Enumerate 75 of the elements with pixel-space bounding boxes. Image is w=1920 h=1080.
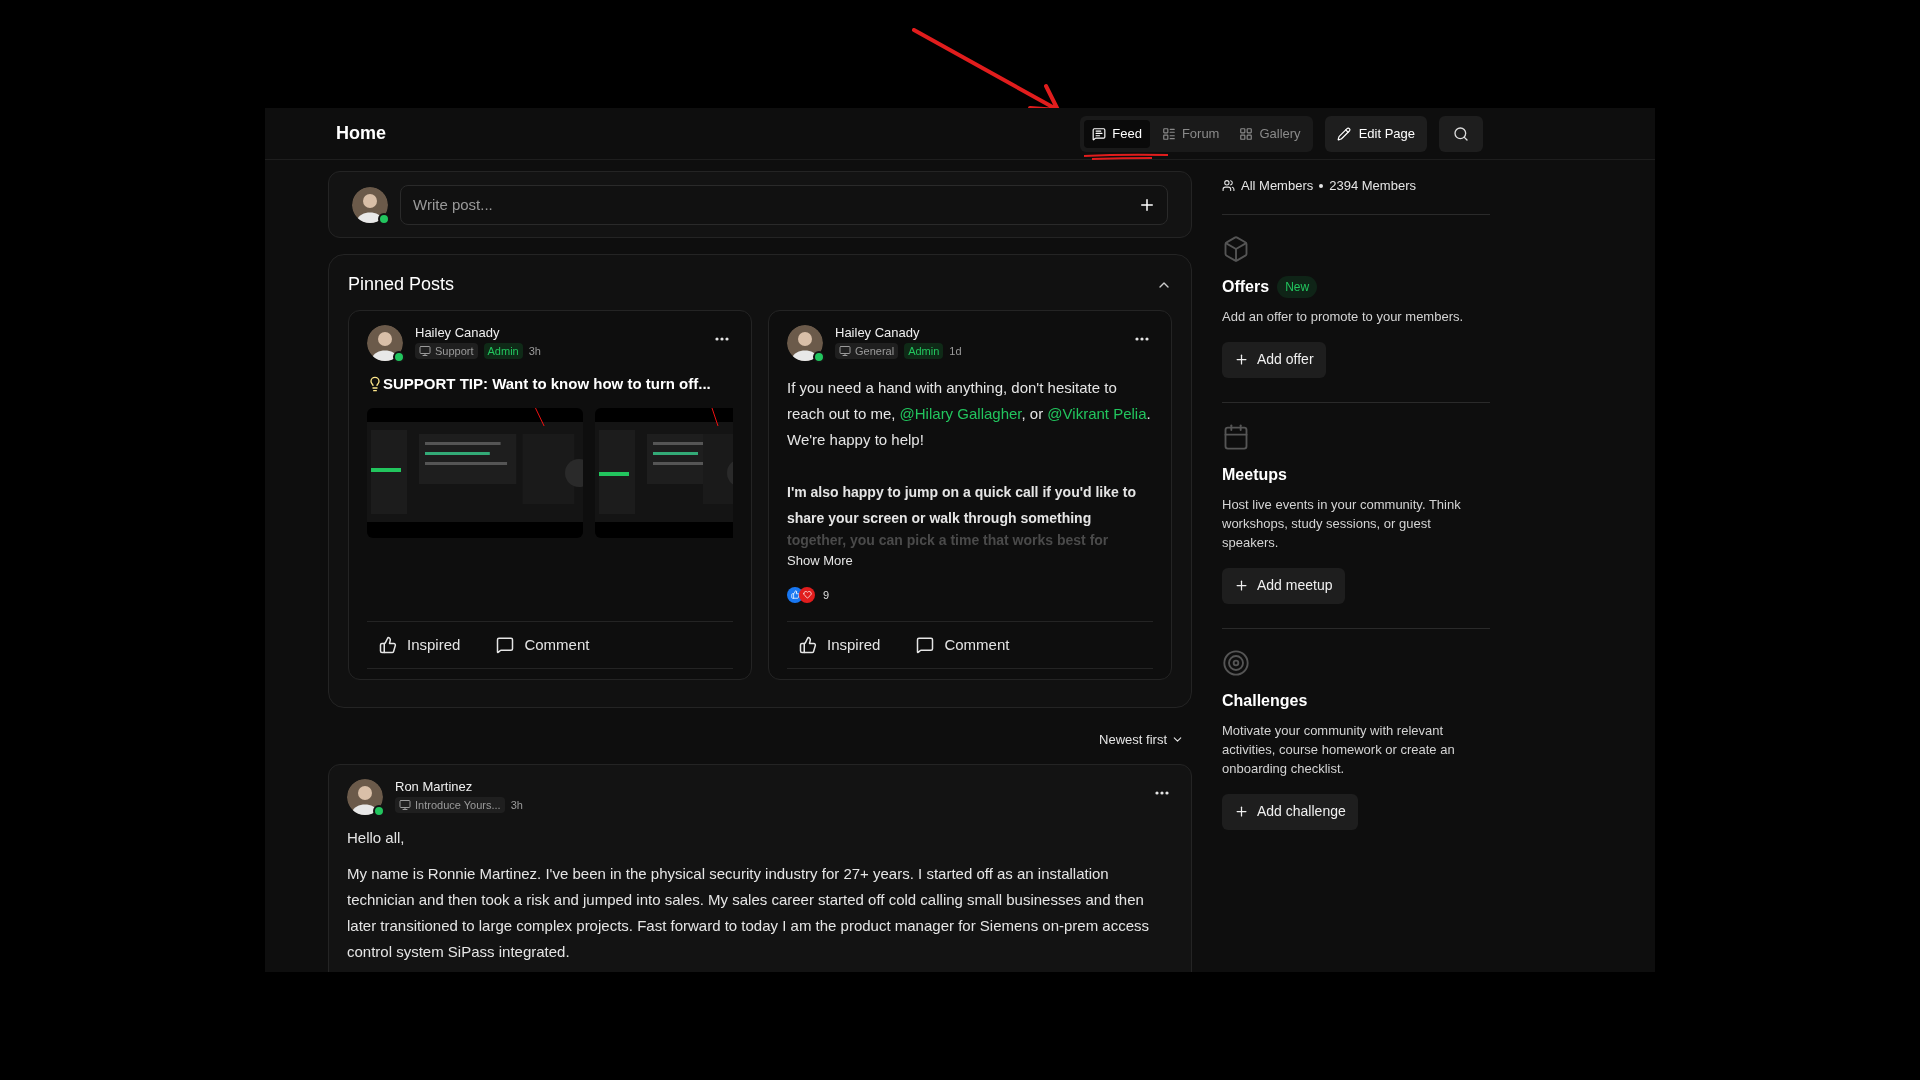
reaction-count: 9 — [823, 587, 830, 603]
members-icon — [1222, 179, 1235, 193]
post-text: Hello all, — [347, 827, 406, 848]
author-name: Hailey Canady — [835, 325, 921, 341]
pinned-posts-title: Pinned Posts — [348, 273, 455, 296]
search-icon — [1453, 125, 1469, 142]
target-icon — [1222, 648, 1250, 677]
view-tab[interactable]: Gallery — [1231, 119, 1309, 148]
new-badge: New — [1277, 275, 1318, 298]
thumbs-up-icon — [379, 636, 397, 654]
comment-button[interactable]: Comment — [496, 633, 590, 657]
list-icon — [1161, 126, 1176, 141]
avatar — [352, 186, 388, 223]
avatar — [787, 325, 823, 361]
post-time: 3h — [510, 797, 523, 813]
member-count: 2394 Members — [1329, 177, 1416, 195]
space-tag[interactable]: General — [835, 343, 899, 360]
show-more-link[interactable]: Show More — [787, 551, 1153, 571]
speech-bubble-icon — [496, 636, 515, 654]
grid-icon — [1239, 126, 1254, 141]
plus-icon — [1234, 804, 1249, 819]
role-badge: Admin — [904, 343, 944, 360]
section-description: Add an offer to promote to your members. — [1222, 307, 1465, 326]
inspired-button[interactable]: Inspired — [799, 633, 881, 657]
edit-page-button[interactable]: Edit Page — [1324, 115, 1427, 152]
add-button[interactable]: Add challenge — [1222, 793, 1358, 830]
inspired-button[interactable]: Inspired — [379, 633, 461, 657]
ellipsis-icon — [1135, 337, 1149, 341]
author-name: Ron Martinez — [395, 778, 474, 795]
section-description: Host live events in your community. Think workshops, study sessions, or guest speakers. — [1222, 495, 1462, 552]
message-icon — [1092, 126, 1107, 141]
post-text: My name is Ronnie Martinez. I've been in the physical security industry for 27+ years. I started off as an installation technician and then took a risk and jumped into sales. My sales career started off cold calling small businesses and then later transitioned to large complex projects. Fast forward to today I am the product manager for Siemens on-prem access control system SiPass integrated. — [347, 863, 1151, 962]
all-members-link[interactable]: All Members — [1241, 176, 1314, 196]
write-post-field[interactable]: Write post... — [400, 184, 1168, 225]
monitor-icon — [839, 345, 851, 358]
ellipsis-icon — [1155, 790, 1169, 795]
add-button[interactable]: Add meetup — [1222, 567, 1345, 604]
lightbulb-icon — [367, 376, 383, 393]
add-button[interactable]: Add offer — [1222, 341, 1326, 378]
author-name: Hailey Canady — [415, 325, 501, 341]
pencil-icon — [1336, 126, 1351, 141]
monitor-icon — [419, 345, 431, 358]
space-tag[interactable]: Support — [415, 343, 478, 360]
plus-icon — [1234, 578, 1249, 593]
post-text: I'm also happy to jump on a quick call if you'd like to share your screen or walk through something — [787, 483, 1137, 528]
search-button[interactable] — [1439, 115, 1483, 152]
plus-icon — [1234, 352, 1249, 367]
ellipsis-icon — [715, 337, 729, 341]
like-reaction-icon — [787, 586, 803, 603]
mention-link[interactable]: @Hilary Gallagher — [899, 405, 1022, 422]
view-tab[interactable]: Forum — [1153, 119, 1228, 148]
page-title: Home — [336, 122, 387, 145]
role-badge: Admin — [483, 343, 523, 360]
post-title: SUPPORT TIP: Want to know how to turn off... — [383, 374, 711, 394]
sort-dropdown[interactable]: Newest first — [1099, 730, 1184, 750]
calendar-icon — [1222, 422, 1250, 451]
thumbs-up-icon — [799, 636, 817, 654]
post-time: 3h — [528, 344, 541, 359]
post-text: If you need a hand with anything, don't hesitate to reach out to me, @Hilary Gallagher, or @Vikrant Pelia. We're happy to help! — [787, 378, 1152, 450]
section-title: Challenges — [1222, 690, 1308, 711]
speech-bubble-icon — [916, 636, 935, 654]
space-tag[interactable]: Introduce Yours... — [395, 796, 505, 813]
faded-post-text: together, you can pick a time that works best for — [787, 531, 1110, 549]
box-icon — [1222, 234, 1250, 263]
section-title: Offers — [1222, 276, 1270, 297]
comment-button[interactable]: Comment — [916, 633, 1010, 657]
section-description: Motivate your community with relevant activities, course homework or create an onboarding checklist. — [1222, 721, 1456, 778]
post-time: 1d — [949, 344, 962, 359]
mention-link[interactable]: @Vikrant Pelia — [1047, 405, 1147, 422]
heart-reaction-icon — [799, 586, 815, 603]
view-tab[interactable]: Feed — [1084, 119, 1150, 148]
section-title: Meetups — [1222, 464, 1287, 485]
avatar — [347, 778, 383, 815]
monitor-icon — [399, 798, 411, 811]
avatar — [367, 325, 403, 361]
